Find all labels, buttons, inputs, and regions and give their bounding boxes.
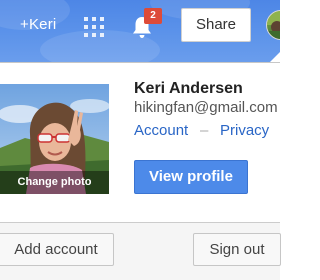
add-account-button[interactable]: Add account [0,233,114,266]
account-email: hikingfan@gmail.com [134,99,278,116]
profile-photo[interactable]: Change photo [0,84,109,194]
dropdown-caret [270,51,292,62]
change-photo-button[interactable]: Change photo [0,171,109,194]
notification-count-badge[interactable]: 2 [144,8,162,24]
view-profile-button[interactable]: View profile [134,160,248,194]
privacy-link[interactable]: Privacy [220,122,269,139]
sign-out-button[interactable]: Sign out [193,233,281,266]
top-bar: +Keri 2 Share [0,0,280,62]
account-link[interactable]: Account [134,122,188,139]
link-separator: – [200,122,209,139]
share-button[interactable]: Share [181,8,251,42]
plus-name-link[interactable]: +Keri [20,16,56,33]
avatar[interactable] [266,10,280,40]
apps-grid-icon[interactable] [84,17,104,37]
account-name: Keri Andersen [134,80,243,97]
